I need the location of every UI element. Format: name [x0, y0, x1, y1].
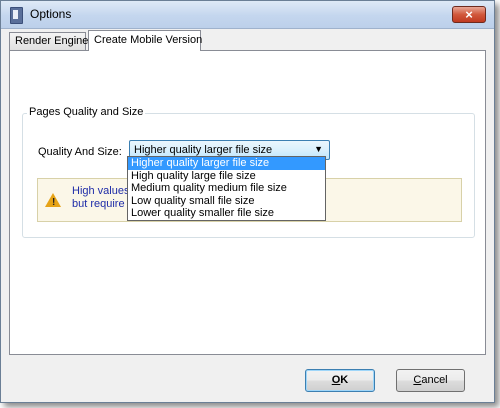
- tab-render-engine[interactable]: Render Engine: [9, 32, 88, 50]
- close-button[interactable]: ×: [452, 6, 486, 23]
- combobox-value: Higher quality larger file size: [134, 144, 273, 156]
- ok-accelerator: O: [331, 374, 341, 386]
- cancel-label-rest: ancel: [421, 374, 448, 386]
- group-title: Pages Quality and Size: [27, 106, 146, 118]
- dropdown-option[interactable]: Higher quality larger file size: [128, 157, 325, 170]
- window-title: Options: [30, 7, 72, 21]
- ok-button[interactable]: OK: [305, 369, 375, 392]
- dropdown-option[interactable]: Lower quality smaller file size: [128, 207, 325, 220]
- warning-icon-mark: !: [52, 197, 56, 208]
- title-bar: Options ×: [1, 1, 494, 29]
- dropdown-option[interactable]: Low quality small file size: [128, 195, 325, 208]
- dropdown-option[interactable]: Medium quality medium file size: [128, 182, 325, 195]
- tab-create-mobile-version[interactable]: Create Mobile Version: [88, 30, 202, 51]
- quality-dropdown-list[interactable]: Higher quality larger file size High qua…: [127, 156, 326, 221]
- ok-label-rest: K: [340, 374, 349, 386]
- dropdown-option[interactable]: High quality large file size: [128, 170, 325, 183]
- app-icon: [10, 7, 23, 24]
- quality-size-label: Quality And Size:: [38, 146, 122, 158]
- chevron-down-icon[interactable]: ▼: [314, 144, 323, 154]
- cancel-button[interactable]: Cancel: [396, 369, 465, 392]
